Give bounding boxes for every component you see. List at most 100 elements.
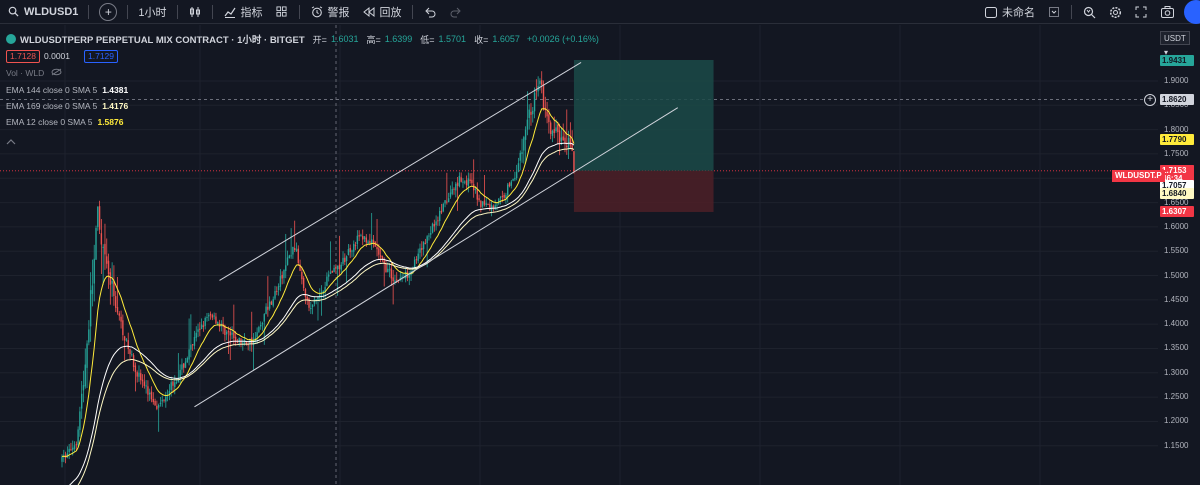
volume-legend[interactable]: Vol · WLD — [6, 68, 62, 78]
candle-body — [276, 290, 278, 292]
price-axis-tag: 1.8620 — [1160, 93, 1194, 105]
compare-button[interactable]: + — [93, 0, 123, 24]
layout-name-button[interactable]: 未命名 — [978, 0, 1041, 24]
settings-button[interactable] — [1102, 0, 1128, 24]
candle-body — [306, 296, 308, 300]
candle-body — [415, 259, 418, 261]
top-toolbar: WLDUSD1 + 1小时 指标 警报 回放 未命名 — [0, 0, 1200, 24]
candle-body — [191, 344, 194, 346]
candle-body — [285, 265, 287, 271]
spread-value: 0.0001 — [44, 51, 70, 61]
candle-body — [80, 393, 83, 409]
indicators-button[interactable]: 指标 — [217, 0, 269, 24]
candle-body — [234, 336, 237, 342]
sell-button[interactable]: 1.7128 — [6, 50, 40, 63]
candle-body — [172, 381, 174, 386]
indicators-icon — [223, 5, 237, 19]
candle-body — [159, 402, 162, 405]
candle-body — [430, 233, 432, 235]
candle-body — [360, 235, 362, 237]
candle-body — [311, 304, 314, 307]
candle-body — [338, 264, 341, 269]
indicator-ema144[interactable]: EMA 144 close 0 SMA 5 1.4381 — [6, 85, 128, 95]
candle-body — [329, 272, 332, 274]
chart-title[interactable]: WLDUSDTPERP PERPETUAL MIX CONTRACT · 1小时… — [20, 32, 305, 46]
fullscreen-button[interactable] — [1128, 0, 1154, 24]
candle-body — [424, 243, 427, 245]
candle-body — [270, 301, 273, 305]
candle-body — [138, 372, 140, 377]
symbol-search-button[interactable]: WLDUSD1 — [0, 0, 84, 24]
interval-button[interactable]: 1小时 — [132, 0, 172, 24]
candle-body — [440, 210, 443, 213]
candle-body — [215, 316, 217, 324]
quick-search-button[interactable] — [1076, 0, 1102, 24]
stop-zone — [573, 170, 714, 212]
indicator-ema169[interactable]: EMA 169 close 0 SMA 5 1.4176 — [6, 101, 128, 111]
candle-body — [195, 332, 197, 338]
candle-body — [132, 355, 135, 368]
candle-body — [265, 306, 267, 314]
price-tick-label: 1.2000 — [1164, 416, 1189, 426]
candle-body — [517, 163, 520, 172]
price-tick-label: 1.4500 — [1164, 294, 1189, 304]
replay-button[interactable]: 回放 — [356, 0, 408, 24]
candle-body — [136, 372, 138, 377]
candle-body — [211, 315, 214, 318]
candle-body — [98, 206, 101, 230]
low-label: 低= — [420, 34, 435, 45]
candle-body — [179, 369, 181, 378]
buy-button[interactable]: 1.7129 — [84, 50, 118, 63]
candle-body — [95, 228, 97, 260]
candle-body — [387, 268, 389, 273]
candle-body — [487, 204, 489, 206]
candle-body — [512, 178, 514, 181]
candle-body — [84, 364, 86, 387]
add-order-icon[interactable]: + — [1144, 94, 1156, 106]
candle-body — [79, 411, 81, 430]
candle-body — [259, 324, 262, 327]
ema-layer — [61, 108, 575, 485]
candle-body — [233, 332, 235, 339]
undo-button[interactable] — [417, 0, 443, 24]
candle-body — [419, 248, 421, 253]
candle-body — [236, 342, 239, 344]
candle-body — [465, 180, 468, 186]
price-chart[interactable] — [0, 25, 1200, 485]
candle-body — [209, 313, 212, 316]
layout-name-label: 未命名 — [1002, 7, 1035, 19]
camera-icon — [1160, 5, 1174, 19]
layout-menu-button[interactable] — [1041, 0, 1067, 24]
change-value: +0.0026 (+0.16%) — [526, 34, 599, 44]
chart-type-button[interactable] — [182, 0, 208, 24]
layouts-button[interactable] — [269, 0, 295, 24]
currency-selector[interactable]: USDT ▾ — [1160, 31, 1190, 57]
candle-body — [507, 184, 509, 196]
publish-button[interactable] — [1184, 0, 1200, 24]
alert-button[interactable]: 警报 — [304, 0, 356, 24]
collapse-legend-button[interactable] — [6, 133, 16, 151]
candle-body — [100, 233, 103, 245]
candle-body — [109, 272, 112, 285]
indicator-ema12[interactable]: EMA 12 close 0 SMA 5 1.5876 — [6, 117, 123, 127]
candle-body — [421, 248, 423, 250]
candle-body — [571, 143, 573, 151]
snapshot-button[interactable] — [1154, 0, 1180, 24]
candle-body — [279, 276, 282, 287]
candle-body — [131, 354, 133, 356]
price-tick-label: 1.1500 — [1164, 440, 1189, 450]
candle-body — [367, 241, 369, 244]
price-tick-label: 1.5500 — [1164, 246, 1189, 256]
alarm-clock-icon — [310, 5, 324, 19]
candle-body — [530, 111, 532, 115]
candle-body — [149, 392, 151, 395]
gear-icon — [1108, 5, 1122, 19]
close-value: 1.6057 — [492, 34, 520, 44]
candle-body — [165, 396, 167, 402]
candle-body — [317, 297, 319, 301]
redo-button[interactable] — [443, 0, 469, 24]
candle-body — [499, 196, 502, 198]
eye-off-icon[interactable] — [51, 68, 62, 78]
candle-body — [467, 178, 470, 187]
candle-body — [396, 279, 398, 281]
